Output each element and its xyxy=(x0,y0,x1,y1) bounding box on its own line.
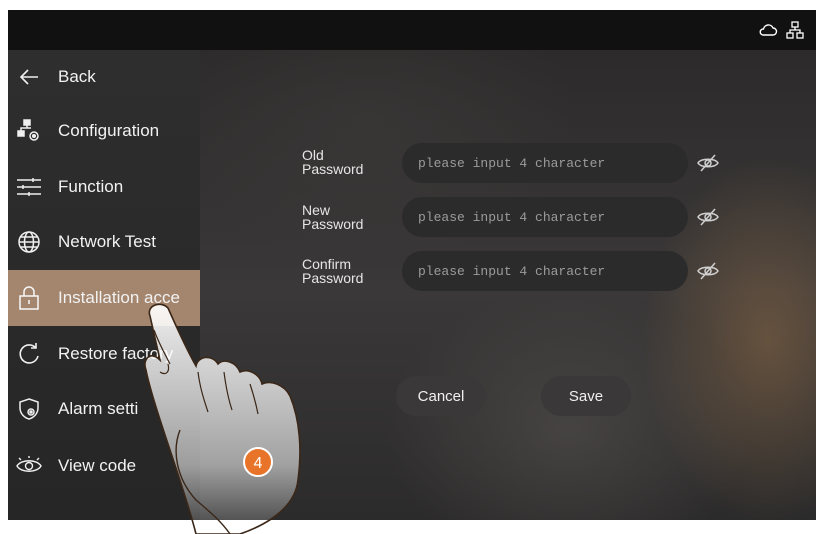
step-number: 4 xyxy=(254,455,263,472)
pointing-hand-illustration: 4 xyxy=(144,303,301,534)
